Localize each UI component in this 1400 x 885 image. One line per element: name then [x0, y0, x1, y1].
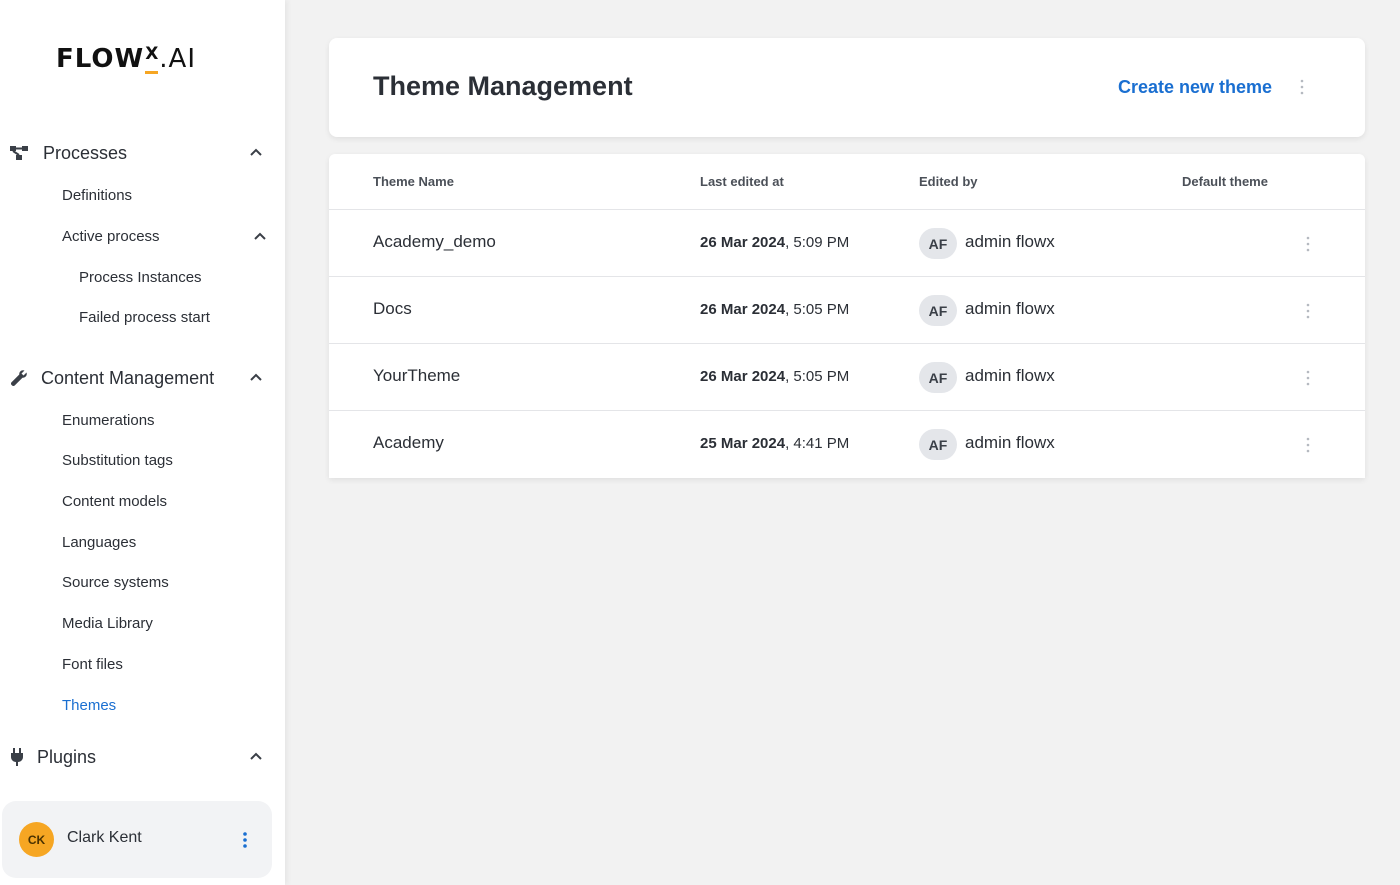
sidebar-item-process-instances[interactable]: Process Instances: [79, 267, 202, 289]
sidebar-item-substitution-tags[interactable]: Substitution tags: [62, 450, 173, 472]
theme-name: Docs: [373, 299, 412, 318]
user-card[interactable]: CK Clark Kent: [2, 801, 272, 878]
sidebar-item-enumerations[interactable]: Enumerations: [62, 410, 155, 432]
edited-by: admin flowx: [965, 232, 1055, 251]
last-edited-at: 26 Mar 2024, 5:09 PM: [700, 234, 850, 251]
sidebar: FLOW X .AI Processes Definitions Active pr…: [0, 0, 285, 885]
column-header-theme-name: Theme Name: [373, 174, 454, 189]
last-edited-at: 26 Mar 2024, 5:05 PM: [700, 368, 850, 385]
user-name: Clark Kent: [67, 829, 142, 846]
kebab-menu-icon[interactable]: [1303, 436, 1313, 454]
table-row[interactable]: Docs 26 Mar 2024, 5:05 PM AF admin flowx: [329, 276, 1365, 343]
themes-table: Theme Name Last edited at Edited by Defa…: [329, 154, 1365, 478]
sidebar-section-label: Processes: [43, 142, 128, 163]
editor-avatar: AF: [919, 429, 957, 460]
plug-icon: [6, 746, 28, 768]
kebab-menu-icon[interactable]: [1297, 78, 1307, 96]
edited-by: admin flowx: [965, 366, 1055, 385]
theme-name: Academy: [373, 433, 444, 452]
chevron-up-icon[interactable]: [249, 750, 263, 764]
theme-name: Academy_demo: [373, 232, 496, 251]
kebab-menu-icon[interactable]: [1303, 369, 1313, 387]
editor-avatar: AF: [919, 228, 957, 259]
kebab-menu-icon[interactable]: [240, 831, 250, 849]
sidebar-item-content-models[interactable]: Content models: [62, 491, 167, 513]
processes-icon: [9, 142, 31, 164]
wrench-icon: [8, 367, 30, 389]
table-row[interactable]: Academy 25 Mar 2024, 4:41 PM AF admin fl…: [329, 410, 1365, 477]
flowx-logo[interactable]: FLOW X .AI: [56, 44, 196, 76]
chevron-up-icon[interactable]: [249, 371, 263, 385]
column-header-default-theme: Default theme: [1182, 174, 1268, 189]
column-header-last-edited: Last edited at: [700, 174, 784, 189]
page-header: Theme Management Create new theme: [329, 38, 1365, 137]
sidebar-section-content-management[interactable]: Content Management: [0, 360, 285, 396]
editor-avatar: AF: [919, 295, 957, 326]
table-row[interactable]: Academy_demo 26 Mar 2024, 5:09 PM AF adm…: [329, 209, 1365, 276]
sidebar-section-plugins[interactable]: Plugins: [0, 739, 285, 775]
edited-by: admin flowx: [965, 299, 1055, 318]
create-new-theme-button[interactable]: Create new theme: [1118, 77, 1272, 98]
sidebar-item-source-systems[interactable]: Source systems: [62, 572, 169, 594]
kebab-menu-icon[interactable]: [1303, 302, 1313, 320]
sidebar-item-themes[interactable]: Themes: [62, 695, 116, 717]
sidebar-item-active-process[interactable]: Active process: [62, 226, 160, 248]
chevron-up-icon[interactable]: [249, 146, 263, 160]
sidebar-item-languages[interactable]: Languages: [62, 532, 136, 554]
sidebar-item-font-files[interactable]: Font files: [62, 654, 123, 676]
editor-avatar: AF: [919, 362, 957, 393]
edited-by: admin flowx: [965, 433, 1055, 452]
column-header-edited-by: Edited by: [919, 174, 978, 189]
theme-name: YourTheme: [373, 366, 461, 385]
avatar: CK: [19, 822, 54, 857]
sidebar-section-label: Content Management: [41, 367, 215, 388]
table-row[interactable]: YourTheme 26 Mar 2024, 5:05 PM AF admin …: [329, 343, 1365, 410]
sidebar-item-failed-process-start[interactable]: Failed process start: [79, 307, 210, 329]
sidebar-section-processes[interactable]: Processes: [0, 135, 285, 171]
kebab-menu-icon[interactable]: [1303, 235, 1313, 253]
sidebar-section-label: Plugins: [37, 746, 97, 767]
last-edited-at: 26 Mar 2024, 5:05 PM: [700, 301, 850, 318]
last-edited-at: 25 Mar 2024, 4:41 PM: [700, 435, 850, 452]
chevron-up-icon[interactable]: [253, 230, 267, 244]
sidebar-item-media-library[interactable]: Media Library: [62, 613, 153, 635]
sidebar-item-definitions[interactable]: Definitions: [62, 185, 132, 207]
page-title: Theme Management: [373, 71, 633, 101]
